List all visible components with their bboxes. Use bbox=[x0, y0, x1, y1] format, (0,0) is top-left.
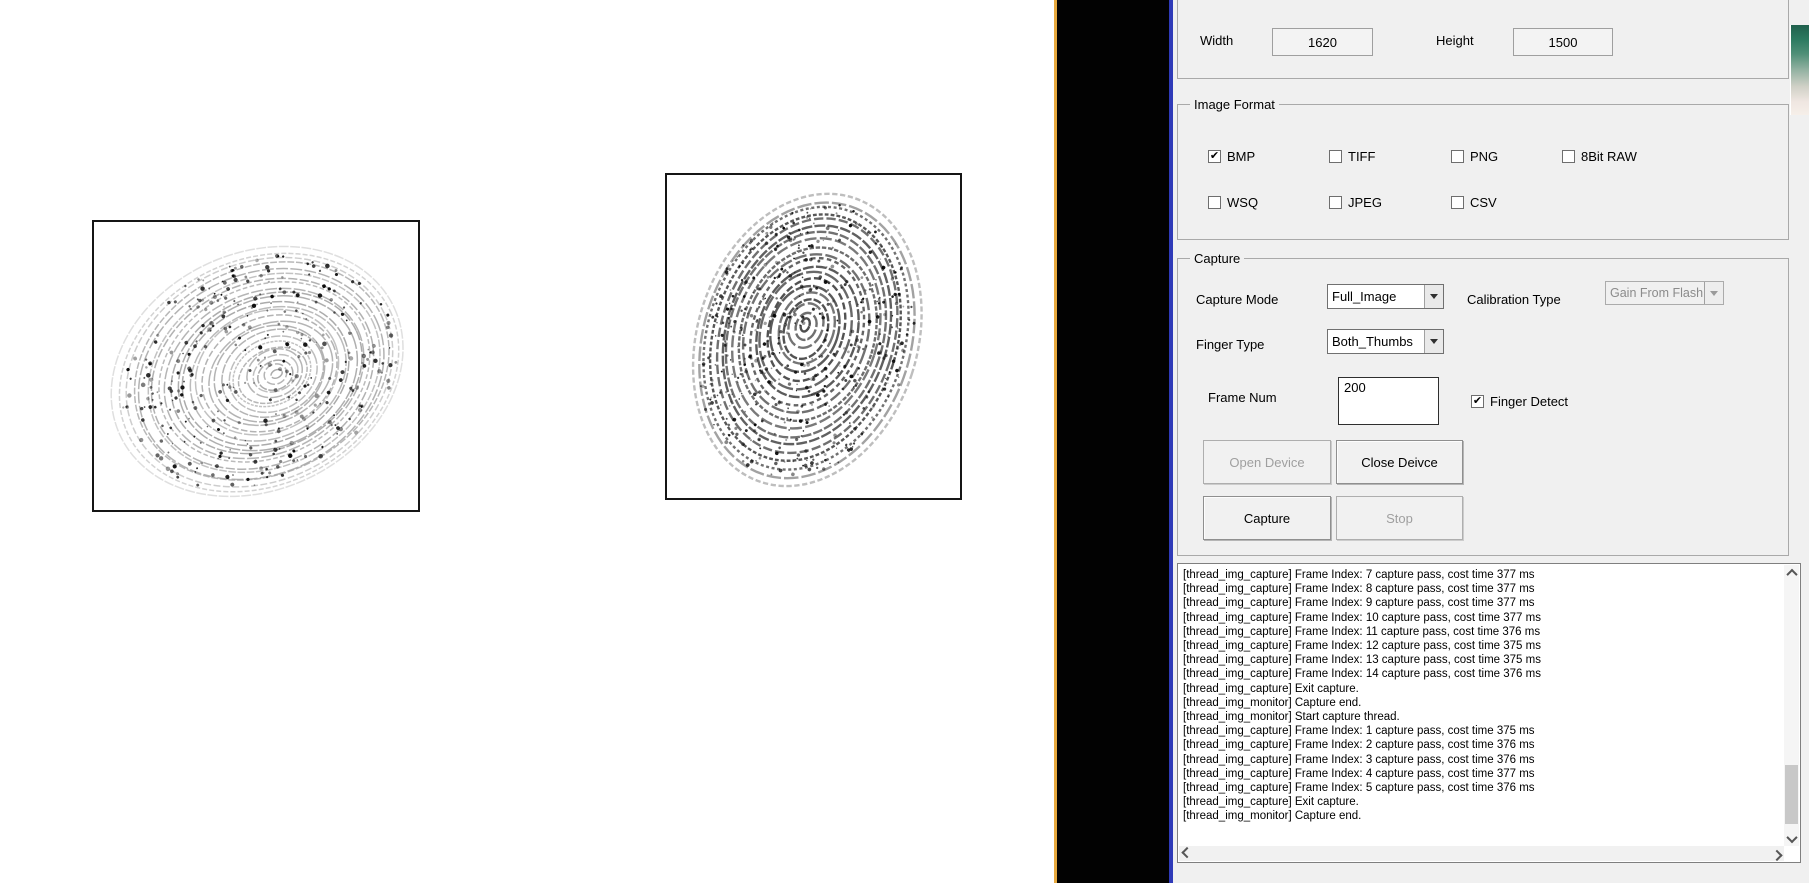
vertical-scrollbar[interactable] bbox=[1784, 565, 1799, 846]
format-checkbox-8bit-raw[interactable]: ✔ 8Bit RAW bbox=[1562, 149, 1637, 164]
check-icon: ✔ bbox=[1472, 394, 1483, 407]
fingerprint-preview-right bbox=[665, 173, 962, 500]
checkbox-box: ✔ bbox=[1451, 150, 1464, 163]
width-field[interactable]: 1620 bbox=[1272, 28, 1373, 56]
log-line: [thread_img_capture] Frame Index: 13 cap… bbox=[1183, 654, 1541, 667]
chevron-down-icon bbox=[1704, 282, 1723, 304]
checkbox-box: ✔ bbox=[1329, 196, 1342, 209]
height-label: Height bbox=[1436, 33, 1474, 48]
format-checkbox-csv[interactable]: ✔ CSV bbox=[1451, 195, 1497, 210]
fingerprint-preview-left bbox=[92, 220, 420, 512]
open-device-button: Open Device bbox=[1203, 440, 1331, 484]
chevron-down-icon bbox=[1785, 831, 1798, 843]
log-line: [thread_img_capture] Frame Index: 8 capt… bbox=[1183, 583, 1535, 596]
preview-canvas bbox=[0, 0, 1054, 883]
calibration-type-select: Gain From Flash bbox=[1605, 281, 1724, 305]
image-format-groupbox: Image Format bbox=[1177, 97, 1789, 240]
finger-detect-checkbox[interactable]: ✔ Finger Detect bbox=[1471, 394, 1568, 409]
scroll-down-button[interactable] bbox=[1784, 831, 1799, 846]
log-line: [thread_img_monitor] Capture end. bbox=[1183, 696, 1362, 709]
capture-mode-select[interactable]: Full_Image bbox=[1327, 284, 1444, 309]
format-checkbox-png[interactable]: ✔ PNG bbox=[1451, 149, 1498, 164]
log-line: [thread_img_capture] Frame Index: 3 capt… bbox=[1183, 753, 1535, 766]
capture-button[interactable]: Capture bbox=[1203, 496, 1331, 540]
fingerprint-image-left bbox=[110, 245, 404, 498]
format-checkbox-tiff[interactable]: ✔ TIFF bbox=[1329, 149, 1375, 164]
calibration-type-label: Calibration Type bbox=[1467, 292, 1561, 307]
fingerprint-image-right bbox=[691, 192, 923, 488]
image-format-title: Image Format bbox=[1190, 97, 1279, 112]
horizontal-scrollbar[interactable] bbox=[1179, 846, 1784, 861]
scroll-left-button[interactable] bbox=[1179, 846, 1194, 861]
log-line: [thread_img_capture] Frame Index: 11 cap… bbox=[1183, 625, 1541, 638]
chevron-up-icon bbox=[1785, 568, 1798, 580]
chevron-left-icon bbox=[1180, 846, 1193, 858]
log-lines: [thread_img_capture] Frame Index: 7 capt… bbox=[1178, 564, 1784, 846]
log-line: [thread_img_capture] Frame Index: 4 capt… bbox=[1183, 767, 1535, 780]
capture-title: Capture bbox=[1190, 251, 1245, 266]
format-checkbox-bmp[interactable]: ✔ BMP bbox=[1208, 149, 1255, 164]
capture-mode-label: Capture Mode bbox=[1196, 292, 1279, 307]
log-line: [thread_img_capture] Exit capture. bbox=[1183, 682, 1359, 695]
log-line: [thread_img_capture] Frame Index: 2 capt… bbox=[1183, 739, 1535, 752]
log-line: [thread_img_capture] Frame Index: 10 cap… bbox=[1183, 611, 1541, 624]
black-gap-bar bbox=[1057, 0, 1169, 883]
scroll-right-button[interactable] bbox=[1769, 846, 1784, 861]
frame-num-input[interactable]: 200 bbox=[1338, 377, 1439, 425]
scrollbar-thumb[interactable] bbox=[1785, 764, 1798, 824]
scroll-up-button[interactable] bbox=[1784, 565, 1799, 580]
stop-button: Stop bbox=[1336, 496, 1463, 540]
chevron-down-icon[interactable] bbox=[1424, 285, 1443, 308]
width-label: Width bbox=[1200, 33, 1234, 48]
check-icon: ✔ bbox=[1209, 149, 1220, 162]
size-groupbox bbox=[1177, 0, 1789, 79]
checkbox-box: ✔ bbox=[1451, 196, 1464, 209]
log-output[interactable]: [thread_img_capture] Frame Index: 7 capt… bbox=[1177, 563, 1801, 863]
checkbox-box: ✔ bbox=[1208, 150, 1221, 163]
finger-type-select[interactable]: Both_Thumbs bbox=[1327, 329, 1444, 354]
log-line: [thread_img_capture] Frame Index: 12 cap… bbox=[1183, 640, 1541, 653]
log-line: [thread_img_capture] Frame Index: 9 capt… bbox=[1183, 597, 1535, 610]
format-checkbox-jpeg[interactable]: ✔ JPEG bbox=[1329, 195, 1382, 210]
log-line: [thread_img_capture] Frame Index: 5 capt… bbox=[1183, 782, 1535, 795]
frame-num-label: Frame Num bbox=[1208, 390, 1277, 405]
chevron-right-icon bbox=[1770, 849, 1783, 861]
chevron-down-icon[interactable] bbox=[1424, 330, 1443, 353]
checkbox-box: ✔ bbox=[1208, 196, 1221, 209]
log-line: [thread_img_capture] Frame Index: 7 capt… bbox=[1183, 569, 1535, 581]
log-line: [thread_img_monitor] Start capture threa… bbox=[1183, 711, 1400, 724]
log-line: [thread_img_capture] Frame Index: 1 capt… bbox=[1183, 725, 1535, 738]
finger-type-label: Finger Type bbox=[1196, 337, 1265, 352]
checkbox-box: ✔ bbox=[1471, 395, 1484, 408]
checkbox-box: ✔ bbox=[1329, 150, 1342, 163]
log-line: [thread_img_monitor] Capture end. bbox=[1183, 810, 1362, 823]
log-line: [thread_img_capture] Exit capture. bbox=[1183, 796, 1359, 809]
height-field[interactable]: 1500 bbox=[1513, 28, 1613, 56]
checkbox-box: ✔ bbox=[1562, 150, 1575, 163]
format-checkbox-wsq[interactable]: ✔ WSQ bbox=[1208, 195, 1258, 210]
desktop-wallpaper-sliver bbox=[1791, 25, 1809, 115]
close-device-button[interactable]: Close Deivce bbox=[1336, 440, 1463, 484]
log-line: [thread_img_capture] Frame Index: 14 cap… bbox=[1183, 668, 1541, 681]
